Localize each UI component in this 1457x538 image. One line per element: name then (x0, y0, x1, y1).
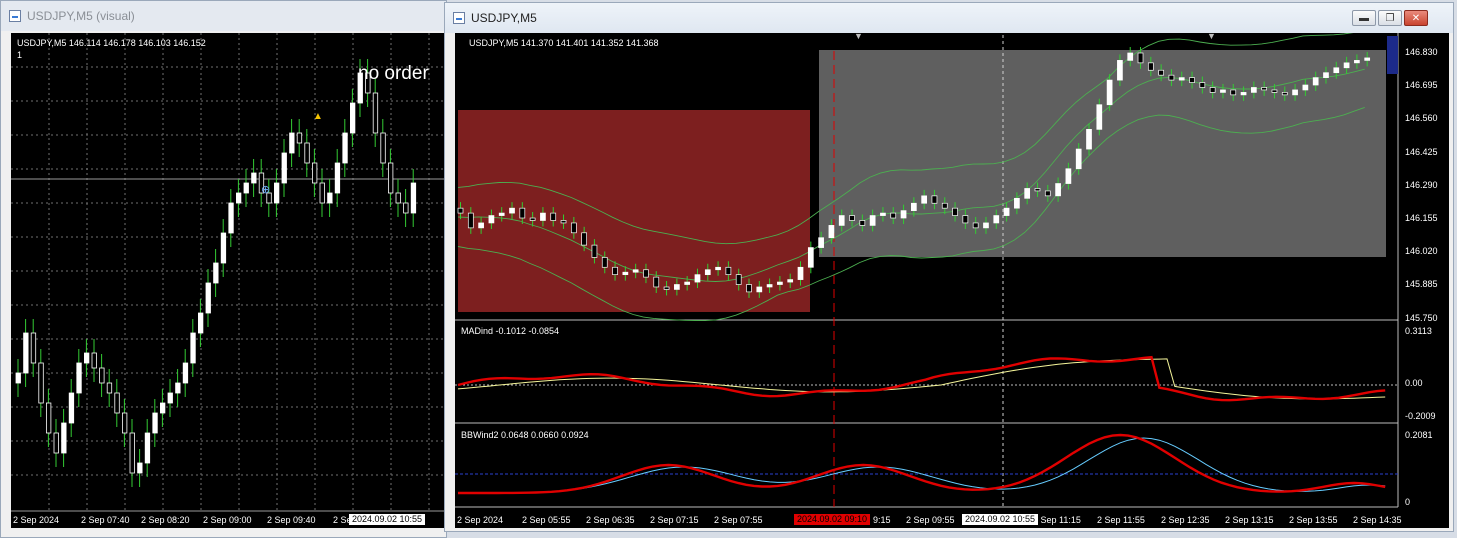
price-label: 146.290 (1405, 179, 1438, 190)
price-label: 145.885 (1405, 279, 1438, 290)
title-bar[interactable]: USDJPY,M5 (visual) (1, 1, 446, 31)
visual-chart-window[interactable]: USDJPY,M5 (visual) ⊕ ▲ USDJPY,M5 146.114 … (0, 0, 447, 538)
time-label: 2 Sep 07:55 (714, 515, 763, 525)
price-chart[interactable]: ⊕ ▲ USDJPY,M5 146.114 146.178 146.103 146… (11, 33, 445, 528)
price-label: 146.830 (1405, 47, 1438, 57)
main-info-label: USDJPY,M5 141.370 141.401 141.352 141.36… (469, 38, 659, 48)
time-label: 2 Sep 09:55 (906, 515, 955, 525)
cursor-time-tag: 2024.09.02 10:55 (349, 514, 426, 525)
time-label: 2 Sep 09:40 (267, 515, 316, 525)
price-label: 146.560 (1405, 113, 1438, 124)
time-label: 9:15 (873, 515, 891, 525)
chart-panel[interactable]: ▼ ▼ USDJPY,M5 141.370 141.401 141.352 141… (455, 33, 1449, 528)
mad-scale-label: 0.3113 (1405, 326, 1432, 336)
mad-scale-label: 0.00 (1405, 378, 1423, 388)
strategy-chart-window[interactable]: USDJPY,M5 ▬ ❐ ✕ ▼ ▼ USDJPY,M5 141.370 141… (444, 2, 1454, 532)
price-highlight (1387, 36, 1398, 74)
chart-sub-label: 1 (17, 50, 23, 60)
time-label: 2 Sep 2024 (13, 515, 60, 525)
window-title: USDJPY,M5 (471, 11, 537, 25)
time-label: 2 Sep 14:35 (1353, 515, 1402, 525)
price-chart-canvas[interactable]: ⊕▲ (11, 33, 445, 528)
time-label: 2 Sep 11:15 (1033, 515, 1081, 525)
chart-canvas[interactable]: ▼ ▼ (455, 33, 1449, 528)
cursor-time-tag: 2024.09.02 10:55 (962, 514, 1039, 525)
time-label: 2 Sep 05:55 (522, 515, 571, 525)
time-label: 2 Sep 13:55 (1289, 515, 1338, 525)
range-zone (819, 50, 1386, 257)
shift-marker-icon: ▼ (1207, 33, 1216, 41)
minimize-button[interactable]: ▬ (1352, 10, 1376, 26)
time-label: 2 Sep 12:35 (1161, 515, 1210, 525)
crosshair-icon: ⊕ (261, 184, 270, 196)
time-label: 2 Sep 2024 (457, 515, 504, 525)
time-label: 2 Sep 13:15 (1225, 515, 1274, 525)
price-label: 146.020 (1405, 246, 1438, 257)
chart-background (11, 33, 445, 528)
chart-window-icon (9, 10, 21, 22)
order-status-text: no order (358, 63, 429, 84)
time-label: 2 Sep 09:00 (203, 515, 252, 525)
bbw-scale-label: 0 (1405, 497, 1411, 507)
title-bar[interactable]: USDJPY,M5 ▬ ❐ ✕ (445, 3, 1453, 33)
price-label: 146.425 (1405, 146, 1438, 157)
bbw-scale-label: 0.2081 (1405, 430, 1433, 440)
marker-time-tag: 2024.09.02 09:10 (794, 514, 871, 525)
chart-window-icon (453, 12, 465, 24)
arrow-marker-icon: ▲ (313, 111, 323, 122)
price-label: 146.695 (1405, 80, 1438, 91)
maximize-button[interactable]: ❐ (1378, 10, 1402, 26)
time-label: 2 Sep 07:15 (650, 515, 699, 525)
mad-info-label: MADind -0.1012 -0.0854 (461, 326, 560, 336)
close-button[interactable]: ✕ (1404, 10, 1428, 26)
chart-info-label: USDJPY,M5 146.114 146.178 146.103 146.15… (17, 38, 206, 48)
time-label: 2 Sep 08:20 (141, 515, 190, 525)
window-title: USDJPY,M5 (visual) (27, 9, 135, 23)
time-label: 2 Sep 11:55 (1097, 515, 1145, 525)
time-label: 2 Sep 07:40 (81, 515, 130, 525)
price-label: 145.750 (1405, 312, 1438, 323)
bbw-info-label: BBWind2 0.0648 0.0660 0.0924 (461, 430, 589, 440)
price-label: 146.155 (1405, 213, 1438, 223)
mad-scale-label: -0.2009 (1405, 411, 1436, 421)
shift-marker-icon: ▼ (854, 33, 863, 41)
time-label: 2 Sep 06:35 (586, 515, 635, 525)
